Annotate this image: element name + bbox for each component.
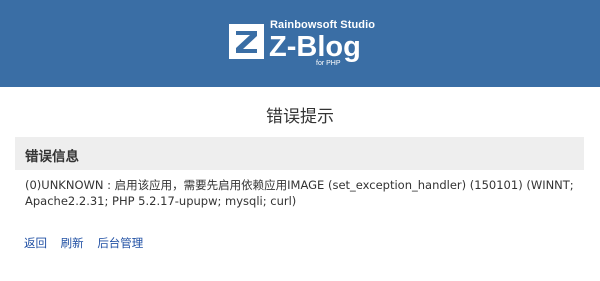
zblog-logo: Rainbowsoft Studio Z-Blog for PHP: [229, 18, 376, 72]
action-links: 返回 刷新 后台管理: [24, 235, 153, 251]
error-panel-header: 错误信息: [15, 137, 584, 170]
admin-link[interactable]: 后台管理: [97, 236, 143, 250]
refresh-link[interactable]: 刷新: [61, 236, 84, 250]
logo-product-name: Z-Blog: [269, 31, 361, 63]
logo-studio-text: Rainbowsoft Studio: [270, 19, 376, 31]
z-letter-icon: [229, 24, 264, 59]
logo-subtitle: for PHP: [316, 60, 341, 67]
error-message: (0)UNKNOWN : 启用该应用，需要先启用依赖应用IMAGE (set_e…: [25, 178, 574, 208]
header-banner: Rainbowsoft Studio Z-Blog for PHP: [0, 0, 600, 87]
page-title: 错误提示: [266, 107, 334, 127]
error-panel-title: 错误信息: [25, 149, 79, 165]
back-link[interactable]: 返回: [24, 236, 47, 250]
